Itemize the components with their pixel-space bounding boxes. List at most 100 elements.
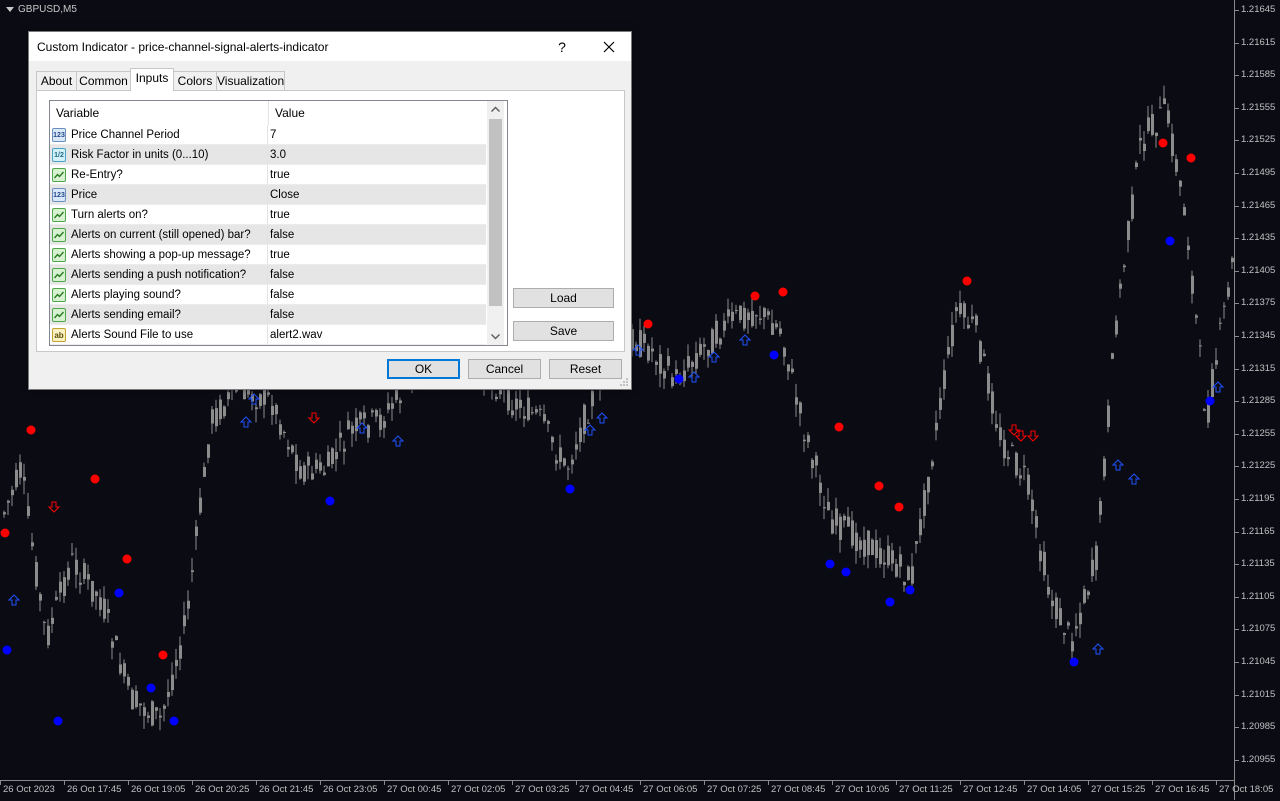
close-button[interactable] xyxy=(594,35,624,59)
input-row[interactable]: Alerts playing sound? false xyxy=(50,285,486,305)
scroll-up-button[interactable] xyxy=(487,101,504,118)
candle-body xyxy=(939,398,942,410)
time-tick xyxy=(64,781,65,785)
time-tick xyxy=(1024,781,1025,785)
tab-visualization[interactable]: Visualization xyxy=(216,71,285,90)
scroll-down-button[interactable] xyxy=(487,328,504,345)
column-header-variable[interactable]: Variable xyxy=(50,101,268,125)
tab-about[interactable]: About xyxy=(36,71,77,90)
reset-button[interactable]: Reset xyxy=(549,359,622,379)
candle-body xyxy=(783,347,786,357)
candle-body xyxy=(547,421,550,424)
variable-value[interactable]: true xyxy=(270,245,290,265)
symbol-text: GBPUSD,M5 xyxy=(18,4,77,15)
load-button[interactable]: Load xyxy=(513,288,614,308)
candle-body xyxy=(843,515,846,521)
price-label: 1.21105 xyxy=(1241,590,1275,602)
price-tick xyxy=(1235,303,1239,305)
candle-body xyxy=(1139,137,1142,141)
sell-signal-dot xyxy=(1186,153,1196,163)
candle-body xyxy=(983,353,986,356)
candle-body xyxy=(1051,600,1054,607)
variable-value[interactable]: false xyxy=(270,305,294,325)
variable-value[interactable]: 7 xyxy=(270,125,276,145)
save-button[interactable]: Save xyxy=(513,321,614,341)
candle-body xyxy=(943,370,946,389)
candle-body xyxy=(551,436,554,443)
price-label: 1.21645 xyxy=(1241,4,1276,15)
candle-body xyxy=(1011,444,1014,446)
input-row[interactable]: Alerts sending email? false xyxy=(50,305,486,325)
help-button[interactable]: ? xyxy=(551,36,573,58)
time-tick xyxy=(128,781,129,785)
candle-body xyxy=(571,459,574,465)
sell-signal-dot xyxy=(158,650,168,660)
candle-body xyxy=(107,609,110,613)
candle-body xyxy=(931,461,934,467)
input-row[interactable]: Turn alerts on? true xyxy=(50,205,486,225)
ok-button[interactable]: OK xyxy=(387,359,460,379)
input-row[interactable]: Alerts sending a push notification? false xyxy=(50,265,486,285)
tab-common[interactable]: Common xyxy=(76,71,131,90)
buy-signal-dot xyxy=(1069,657,1079,667)
buy-arrow-icon xyxy=(7,594,21,606)
candle-body xyxy=(771,323,774,335)
variable-value[interactable]: false xyxy=(270,225,294,245)
symbol-label[interactable]: GBPUSD,M5 xyxy=(6,4,77,15)
scroll-thumb[interactable] xyxy=(489,119,502,306)
variable-name: Risk Factor in units (0...10) xyxy=(71,149,209,161)
variable-name: Alerts sending email? xyxy=(71,309,181,321)
input-row[interactable]: ab Alerts Sound File to use alert2.wav xyxy=(50,325,486,345)
candle-body xyxy=(1083,589,1086,603)
variable-value[interactable]: false xyxy=(270,285,294,305)
input-row[interactable]: 1/2 Risk Factor in units (0...10) 3.0 xyxy=(50,145,486,165)
input-row[interactable]: Alerts showing a pop-up message? true xyxy=(50,245,486,265)
candle-body xyxy=(135,690,138,708)
sell-arrow-icon xyxy=(1007,424,1021,436)
buy-signal-dot xyxy=(565,484,575,494)
candle-body xyxy=(63,577,66,597)
buy-signal-dot xyxy=(169,716,179,726)
candle-body xyxy=(1099,501,1102,515)
column-header-value[interactable]: Value xyxy=(269,101,489,125)
candle-body xyxy=(831,519,834,534)
candle-body xyxy=(1223,305,1226,307)
variable-value[interactable]: false xyxy=(270,265,294,285)
variable-value[interactable]: true xyxy=(270,205,290,225)
cell-divider xyxy=(267,145,268,165)
input-row[interactable]: 123 Price Channel Period 7 xyxy=(50,125,486,145)
vertical-scrollbar[interactable] xyxy=(487,101,504,345)
candle-body xyxy=(1043,551,1046,576)
time-axis[interactable]: 26 Oct 2023 26 Oct 17:45 26 Oct 19:05 26 Oc… xyxy=(0,780,1273,801)
candle-body xyxy=(867,530,870,556)
input-row[interactable]: Alerts on current (still opened) bar? fal… xyxy=(50,225,486,245)
candle-body xyxy=(1087,591,1090,596)
variable-value[interactable]: 3.0 xyxy=(270,145,286,165)
input-row[interactable]: 123 Price Close xyxy=(50,185,486,205)
candle-body xyxy=(755,315,758,317)
time-tick xyxy=(768,781,769,785)
buy-arrow-icon xyxy=(355,422,369,434)
candle-body xyxy=(667,356,670,366)
resize-grip-icon[interactable] xyxy=(619,377,629,387)
buy-arrow-icon xyxy=(391,435,405,447)
buy-signal-dot xyxy=(114,588,124,598)
candle-body xyxy=(27,506,30,516)
buy-signal-dot xyxy=(769,350,779,360)
candle-body xyxy=(723,320,726,331)
candle-body xyxy=(343,448,346,452)
variable-value[interactable]: Close xyxy=(270,185,299,205)
time-tick xyxy=(1216,781,1217,785)
input-row[interactable]: Re-Entry? true xyxy=(50,165,486,185)
price-tick xyxy=(1235,499,1239,500)
candle-body xyxy=(179,645,182,659)
variable-value[interactable]: alert2.wav xyxy=(270,325,322,345)
price-tick xyxy=(1235,694,1239,696)
variable-value[interactable]: true xyxy=(270,165,290,185)
cancel-button[interactable]: Cancel xyxy=(468,359,541,379)
dialog-titlebar[interactable]: Custom Indicator - price-channel-signal-… xyxy=(29,32,631,61)
tab-inputs[interactable]: Inputs xyxy=(130,68,174,91)
price-axis[interactable]: 1.21645 1.21615 1.21585 1.21555 1.21525 1.214… xyxy=(1234,0,1280,800)
tab-colors[interactable]: Colors xyxy=(173,71,217,90)
candle-body xyxy=(1147,117,1150,132)
